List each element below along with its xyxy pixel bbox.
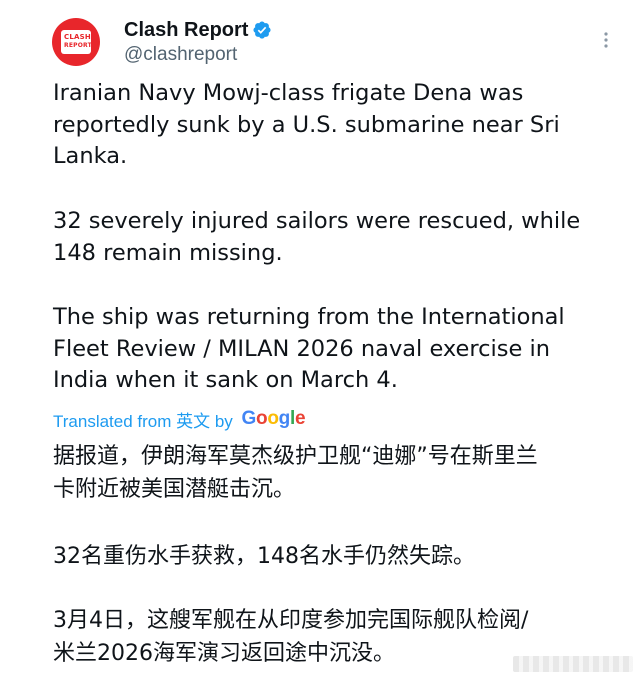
- account-handle[interactable]: @clashreport: [124, 44, 237, 66]
- google-logo: Google: [241, 408, 306, 429]
- verified-badge-icon: [252, 20, 272, 40]
- more-options-icon[interactable]: [596, 30, 616, 50]
- translated-paragraph-1: 据报道，伊朗海军莫杰级护卫舰“迪娜”号在斯里兰 卡附近被美国潜艇击沉。: [53, 444, 538, 502]
- clash-report-logo: CLASH REPORT: [61, 30, 92, 54]
- display-name[interactable]: Clash Report: [124, 19, 248, 42]
- watermark: [513, 656, 633, 672]
- tweet-paragraph-1: Iranian Navy Mowj-class frigate Dena was…: [53, 80, 560, 169]
- tweet-paragraph-3: The ship was returning from the Internat…: [53, 304, 565, 393]
- translated-from-link[interactable]: Translated from 英文 by Google: [53, 406, 306, 432]
- logo-line-2: REPORT: [64, 42, 92, 49]
- tweet-card: CLASH REPORT Clash Report @clashreport I…: [0, 0, 641, 676]
- author-name-row[interactable]: Clash Report: [124, 17, 272, 43]
- translated-from-label: Translated from 英文 by: [53, 411, 238, 431]
- logo-line-1: CLASH: [64, 33, 91, 41]
- tweet-paragraph-2: 32 severely injured sailors were rescued…: [53, 208, 581, 266]
- avatar[interactable]: CLASH REPORT: [52, 18, 100, 66]
- translated-paragraph-2: 32名重伤水手获救，148名水手仍然失踪。: [53, 544, 475, 569]
